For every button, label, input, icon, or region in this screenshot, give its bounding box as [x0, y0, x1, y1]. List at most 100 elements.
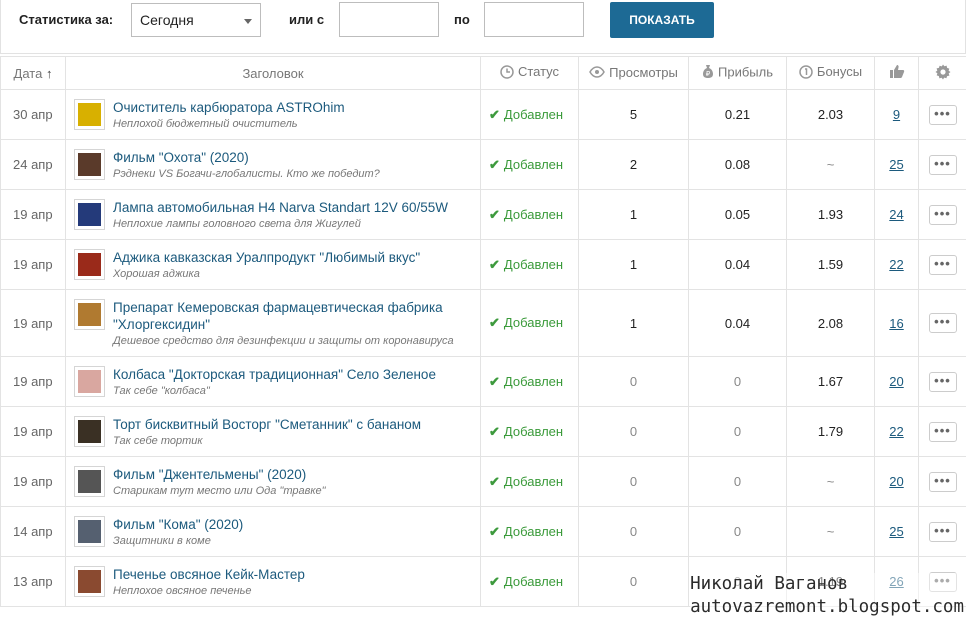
- table-header-row: Дата ↑ Заголовок Статус Просмотры ₽ Приб…: [0, 56, 966, 90]
- row-profit: 0.04: [688, 239, 787, 290]
- row-title-cell: Очиститель карбюратора ASTROhim Неплохой …: [65, 89, 481, 140]
- review-title-link[interactable]: Фильм "Охота" (2020): [113, 149, 380, 166]
- more-options-button[interactable]: •••: [928, 371, 957, 392]
- date-from-input[interactable]: [339, 2, 439, 37]
- thumbnail-image: [78, 419, 101, 443]
- row-menu: •••: [918, 356, 966, 407]
- more-options-button[interactable]: •••: [928, 471, 957, 492]
- likes-link[interactable]: 25: [889, 524, 903, 539]
- row-title-cell: Препарат Кемеровская фармацевтическая фа…: [65, 289, 481, 357]
- row-views: 5: [578, 89, 689, 140]
- table-row: 19 апр Аджика кавказская Уралпродукт "Люб…: [0, 239, 966, 290]
- row-date: 24 апр: [0, 139, 66, 190]
- stats-table: Дата ↑ Заголовок Статус Просмотры ₽ Приб…: [0, 56, 966, 607]
- more-options-button[interactable]: •••: [928, 204, 957, 225]
- status-text: Добавлен: [503, 473, 564, 489]
- gear-icon: [935, 64, 951, 83]
- review-subtitle: Хорошая аджика: [113, 267, 200, 280]
- product-thumbnail[interactable]: [74, 198, 105, 230]
- product-thumbnail[interactable]: [74, 415, 105, 447]
- row-title-cell: Торт бисквитный Восторг "Сметанник" с ба…: [65, 406, 481, 457]
- chevron-down-icon: [244, 19, 252, 24]
- review-title-link[interactable]: Печенье овсяное Кейк-Мастер: [113, 566, 305, 583]
- likes-link[interactable]: 20: [889, 474, 903, 489]
- more-options-button[interactable]: •••: [928, 313, 957, 333]
- review-subtitle: Неплохие лампы головного света для Жигул…: [113, 217, 361, 230]
- row-menu: •••: [918, 239, 966, 290]
- row-bonus: 1.79: [786, 406, 875, 457]
- likes-link[interactable]: 22: [889, 257, 903, 272]
- column-likes[interactable]: [874, 56, 919, 90]
- row-views: 0: [578, 556, 689, 607]
- more-options-button[interactable]: •••: [928, 254, 957, 275]
- row-status: ✔ Добавлен: [480, 556, 579, 607]
- review-title-link[interactable]: Торт бисквитный Восторг "Сметанник" с ба…: [113, 416, 421, 433]
- product-thumbnail[interactable]: [74, 365, 105, 397]
- column-profit[interactable]: ₽ Прибыль: [688, 56, 787, 90]
- review-title-link[interactable]: Очиститель карбюратора ASTROhim: [113, 99, 345, 116]
- thumbs-up-icon: [889, 65, 905, 82]
- more-options-button[interactable]: •••: [928, 421, 957, 442]
- row-views: 0: [578, 456, 689, 507]
- review-subtitle: Дешевое средство для дезинфекции и защит…: [113, 334, 454, 347]
- product-thumbnail[interactable]: [74, 565, 105, 597]
- review-subtitle: Старикам тут место или Ода "травке": [113, 484, 326, 497]
- review-title-link[interactable]: Лампа автомобильная H4 Narva Standart 12…: [113, 199, 448, 216]
- check-icon: ✔: [489, 206, 500, 222]
- row-views: 2: [578, 139, 689, 190]
- product-thumbnail[interactable]: [74, 148, 105, 180]
- likes-link[interactable]: 22: [889, 424, 903, 439]
- period-select[interactable]: Сегодня: [131, 3, 261, 37]
- review-title-link[interactable]: Фильм "Кома" (2020): [113, 516, 243, 533]
- review-subtitle: Неплохое овсяное печенье: [113, 584, 252, 597]
- product-thumbnail[interactable]: [74, 98, 105, 130]
- likes-link[interactable]: 16: [889, 316, 903, 331]
- review-subtitle: Так себе "колбаса": [113, 384, 210, 397]
- sort-arrow-up-icon: ↑: [45, 65, 53, 81]
- row-bonus: 1.93: [786, 189, 875, 240]
- more-options-button[interactable]: •••: [928, 104, 957, 125]
- row-menu: •••: [918, 506, 966, 557]
- column-title-label: Заголовок: [242, 65, 304, 81]
- column-bonus[interactable]: Бонусы: [786, 56, 875, 90]
- row-status: ✔ Добавлен: [480, 189, 579, 240]
- review-subtitle: Рэднеки VS Богачи-глобалисты. Кто же поб…: [113, 167, 380, 180]
- thumbnail-image: [78, 569, 101, 593]
- show-button[interactable]: ПОКАЗАТЬ: [610, 2, 714, 38]
- status-text: Добавлен: [503, 315, 564, 330]
- table-row: 19 апр Лампа автомобильная H4 Narva Stand…: [0, 189, 966, 240]
- review-title-link[interactable]: Препарат Кемеровская фармацевтическая фа…: [113, 299, 474, 333]
- status-text: Добавлен: [503, 423, 564, 439]
- row-menu: •••: [918, 406, 966, 457]
- status-text: Добавлен: [503, 206, 564, 222]
- status-text: Добавлен: [503, 573, 564, 589]
- column-status[interactable]: Статус: [480, 56, 579, 90]
- column-title[interactable]: Заголовок: [65, 56, 481, 90]
- thumbnail-image: [78, 302, 101, 326]
- row-date: 19 апр: [0, 456, 66, 507]
- product-thumbnail[interactable]: [74, 248, 105, 280]
- date-to-input[interactable]: [484, 2, 584, 37]
- review-title-link[interactable]: Фильм "Джентельмены" (2020): [113, 466, 326, 483]
- product-thumbnail[interactable]: [74, 515, 105, 547]
- thumbnail-image: [78, 102, 101, 126]
- column-profit-label: Прибыль: [718, 64, 773, 80]
- review-title-link[interactable]: Колбаса "Докторская традиционная" Село З…: [113, 366, 436, 383]
- likes-link[interactable]: 25: [889, 157, 903, 172]
- review-title-link[interactable]: Аджика кавказская Уралпродукт "Любимый в…: [113, 249, 420, 266]
- row-title-cell: Аджика кавказская Уралпродукт "Любимый в…: [65, 239, 481, 290]
- column-settings[interactable]: [918, 56, 966, 90]
- more-options-button[interactable]: •••: [928, 521, 957, 542]
- column-views[interactable]: Просмотры: [578, 56, 689, 90]
- status-text: Добавлен: [503, 373, 564, 389]
- likes-link[interactable]: 9: [893, 107, 900, 122]
- review-subtitle: Защитники в коме: [113, 534, 211, 547]
- column-date[interactable]: Дата ↑: [0, 56, 66, 90]
- likes-link[interactable]: 24: [889, 207, 903, 222]
- product-thumbnail[interactable]: [74, 465, 105, 497]
- row-bonus: ~: [786, 506, 875, 557]
- likes-link[interactable]: 20: [889, 374, 903, 389]
- product-thumbnail[interactable]: [74, 298, 105, 330]
- row-status: ✔ Добавлен: [480, 356, 579, 407]
- more-options-button[interactable]: •••: [928, 154, 957, 175]
